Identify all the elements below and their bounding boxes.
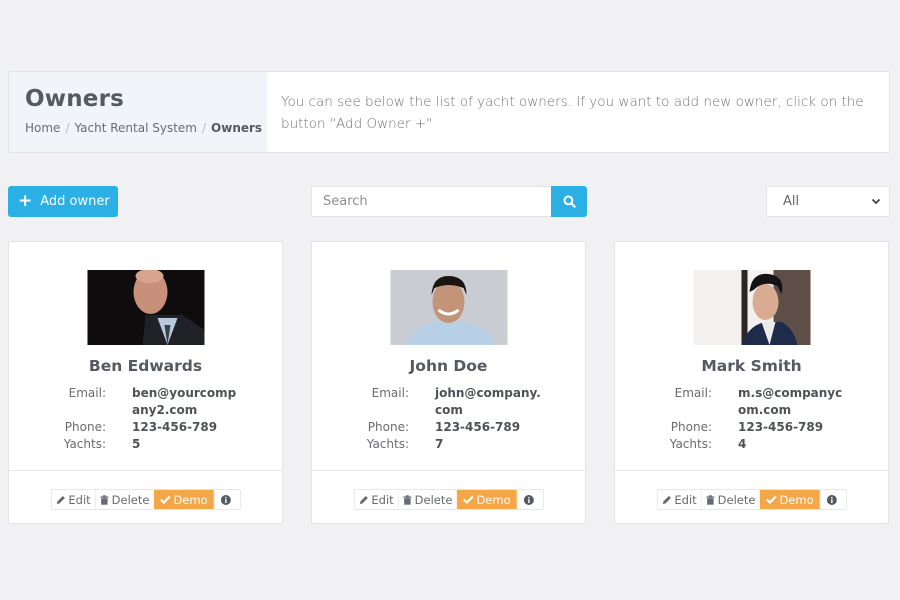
owner-photo <box>693 270 810 345</box>
card-actions: Edit Delete Demo <box>50 489 241 510</box>
card-divider <box>615 470 888 471</box>
delete-label: Delete <box>414 492 453 507</box>
breadcrumb: Home / Yacht Rental System / Owners <box>25 121 267 135</box>
phone-label: Phone: <box>367 420 409 434</box>
phone-label: Phone: <box>670 420 712 434</box>
page-description: You can see below the list of yacht owne… <box>281 94 864 132</box>
edit-button[interactable]: Edit <box>51 490 95 509</box>
search-icon <box>562 195 576 208</box>
owner-yachts: 7 <box>435 437 444 451</box>
delete-button[interactable]: Delete <box>397 490 457 509</box>
header-title-block: Owners Home / Yacht Rental System / Owners <box>9 72 267 152</box>
owner-card: Ben Edwards Email: ben@yourcompany2.com P… <box>8 241 283 524</box>
owner-photo <box>87 270 204 345</box>
owner-info: Email: m.s@companycom.com Phone: 123-456-7… <box>615 385 888 453</box>
email-label: Email: <box>674 386 712 400</box>
pencil-icon <box>56 495 65 504</box>
demo-label: Demo <box>779 492 814 507</box>
owner-photo <box>390 270 507 345</box>
owner-card: John Doe Email: john@company.com Phone: 12… <box>311 241 586 524</box>
add-owner-button[interactable]: + Add owner <box>8 186 118 217</box>
check-icon <box>462 495 474 504</box>
delete-label: Delete <box>717 492 756 507</box>
info-button[interactable] <box>516 490 543 509</box>
search-group <box>311 186 587 217</box>
search-input[interactable] <box>311 186 551 217</box>
owner-info: Email: john@company.com Phone: 123-456-789… <box>312 385 585 453</box>
chevron-down-icon <box>871 198 881 205</box>
trash-icon <box>706 494 715 505</box>
check-icon <box>765 495 777 504</box>
breadcrumb-home[interactable]: Home <box>25 121 60 135</box>
owner-email: john@company.com <box>435 386 541 417</box>
add-owner-label: Add owner <box>40 194 110 209</box>
phone-label: Phone: <box>64 420 106 434</box>
breadcrumb-current: Owners <box>211 121 263 135</box>
owner-yachts: 4 <box>738 437 747 451</box>
yachts-label: Yachts: <box>669 437 712 451</box>
filter-select[interactable]: All <box>766 186 890 217</box>
pencil-icon <box>662 495 671 504</box>
edit-button[interactable]: Edit <box>657 490 701 509</box>
owner-info: Email: ben@yourcompany2.com Phone: 123-456… <box>9 385 282 453</box>
info-icon <box>523 494 534 505</box>
yachts-label: Yachts: <box>63 437 106 451</box>
demo-label: Demo <box>173 492 208 507</box>
edit-label: Edit <box>68 492 91 507</box>
delete-button[interactable]: Delete <box>700 490 760 509</box>
card-actions: Edit Delete Demo <box>656 489 847 510</box>
delete-button[interactable]: Delete <box>94 490 154 509</box>
trash-icon <box>100 494 109 505</box>
trash-icon <box>403 494 412 505</box>
owner-yachts: 5 <box>132 437 141 451</box>
filter-selected-value: All <box>783 194 800 209</box>
card-divider <box>312 470 585 471</box>
search-button[interactable] <box>551 186 587 217</box>
owner-email: m.s@companycom.com <box>738 386 843 417</box>
info-button[interactable] <box>819 490 846 509</box>
breadcrumb-separator: / <box>65 121 70 135</box>
demo-button[interactable]: Demo <box>759 490 820 509</box>
info-icon <box>826 494 837 505</box>
yachts-label: Yachts: <box>366 437 409 451</box>
card-divider <box>9 470 282 471</box>
email-label: Email: <box>68 386 106 400</box>
delete-label: Delete <box>111 492 150 507</box>
edit-label: Edit <box>674 492 697 507</box>
owner-name: Ben Edwards <box>88 357 203 375</box>
owner-phone: 123-456-789 <box>435 420 521 434</box>
page-header: Owners Home / Yacht Rental System / Owners Y… <box>8 71 890 153</box>
owner-email: ben@yourcompany2.com <box>132 386 237 417</box>
card-actions: Edit Delete Demo <box>353 489 544 510</box>
plus-icon: + <box>18 191 33 211</box>
breadcrumb-yacht-rental-system[interactable]: Yacht Rental System <box>74 121 197 135</box>
edit-button[interactable]: Edit <box>354 490 398 509</box>
check-icon <box>159 495 171 504</box>
info-icon <box>220 494 231 505</box>
breadcrumb-separator: / <box>201 121 207 135</box>
demo-button[interactable]: Demo <box>456 490 517 509</box>
info-button[interactable] <box>213 490 240 509</box>
pencil-icon <box>359 495 368 504</box>
demo-label: Demo <box>476 492 511 507</box>
edit-label: Edit <box>371 492 394 507</box>
demo-button[interactable]: Demo <box>153 490 214 509</box>
page-title: Owners <box>25 86 125 112</box>
owner-name: John Doe <box>409 357 488 375</box>
owner-name: Mark Smith <box>701 357 802 375</box>
email-label: Email: <box>371 386 409 400</box>
owner-phone: 123-456-789 <box>738 420 824 434</box>
owner-phone: 123-456-789 <box>132 420 218 434</box>
owner-card: Mark Smith Email: m.s@companycom.com Phon… <box>614 241 889 524</box>
